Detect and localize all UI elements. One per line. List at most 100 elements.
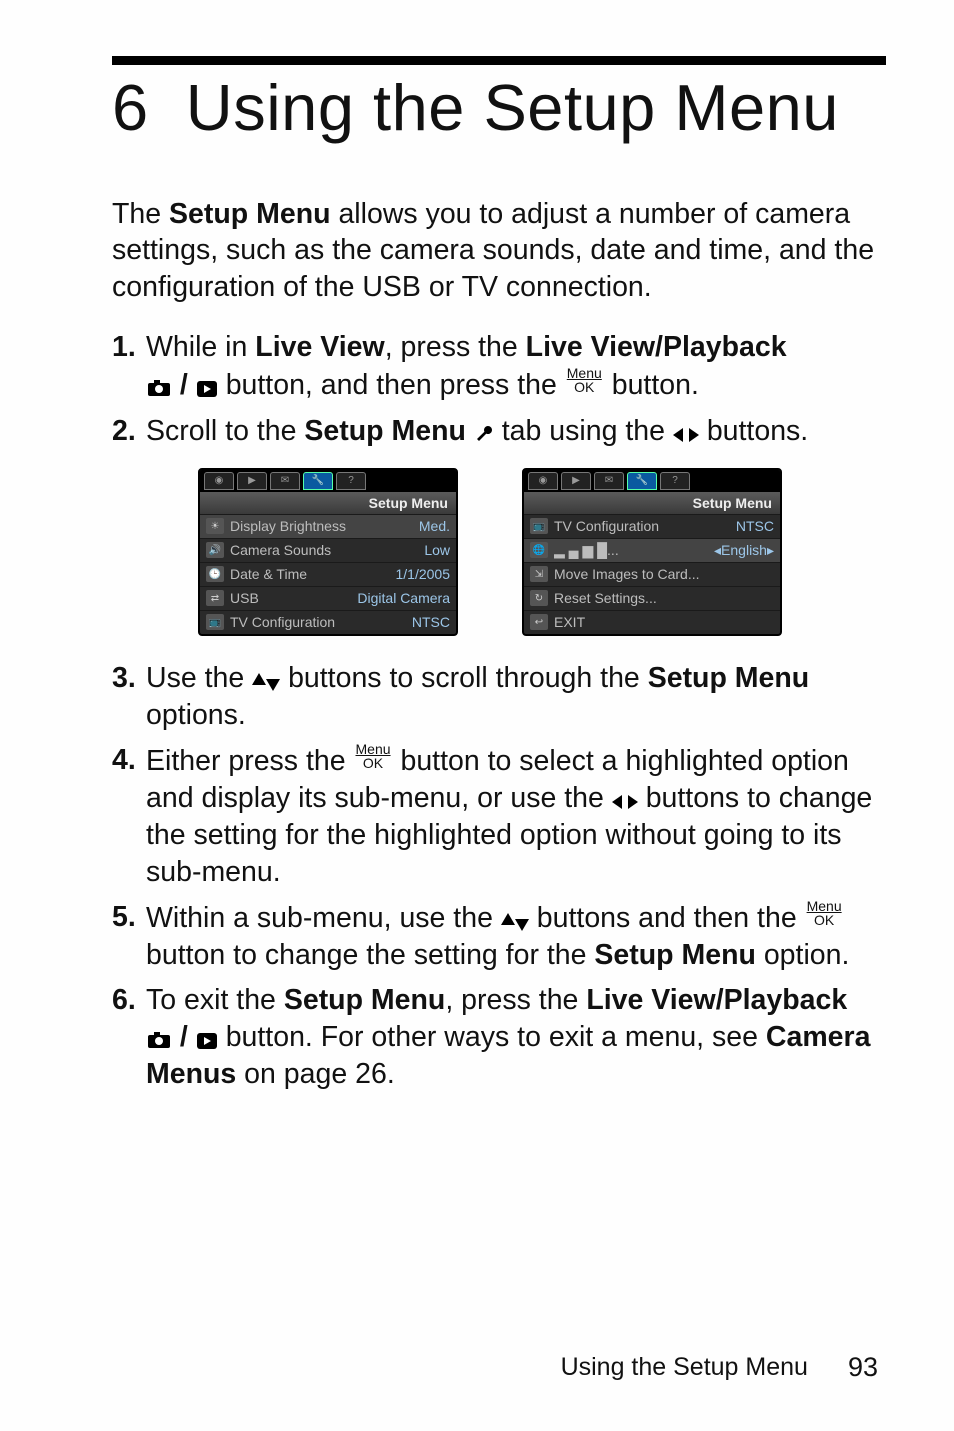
menu-row: 🔊 Camera SoundsLow bbox=[200, 538, 456, 562]
step-2: Scroll to the Setup Menu tab using the b… bbox=[112, 413, 886, 636]
step-1: While in Live View, press the Live View/… bbox=[112, 329, 886, 404]
tab-icon: ▶ bbox=[561, 472, 591, 490]
menu-label: Menu bbox=[356, 742, 391, 756]
step-3: Use the buttons to scroll through the Se… bbox=[112, 660, 886, 734]
text: on page 26. bbox=[236, 1058, 394, 1090]
intro-paragraph: The Setup Menu allows you to adjust a nu… bbox=[112, 196, 886, 305]
row-label: Date & Time bbox=[230, 565, 396, 583]
menu-row: 🌐 ▂ ▄ ▆ █...◂English▸ bbox=[524, 538, 780, 562]
bold: Live View bbox=[255, 331, 384, 363]
text: Either press the bbox=[146, 745, 354, 777]
camera-icon bbox=[146, 1030, 172, 1050]
tab-icon: ◉ bbox=[528, 472, 558, 490]
play-icon bbox=[196, 380, 218, 398]
text: , press the bbox=[385, 331, 526, 363]
camera-menu-screenshot-1: ◉ ▶ ✉ 🔧 ? Setup Menu ☀Display Brightness… bbox=[198, 468, 458, 636]
bold: Live View/Playback bbox=[526, 331, 787, 363]
text: button. For other ways to exit a menu, s… bbox=[226, 1021, 766, 1053]
menu-label: Menu bbox=[807, 899, 842, 913]
text: buttons. bbox=[707, 415, 808, 447]
text: buttons to scroll through the bbox=[288, 662, 648, 694]
menu-ok-icon: MenuOK bbox=[807, 899, 842, 927]
row-value: ◂English▸ bbox=[714, 541, 774, 559]
slash: / bbox=[180, 369, 196, 401]
row-value: 1/1/2005 bbox=[396, 565, 451, 583]
ok-label: OK bbox=[363, 755, 383, 771]
menu-row: ⇲Move Images to Card... bbox=[524, 562, 780, 586]
ok-label: OK bbox=[574, 379, 594, 395]
menu-ok-icon: MenuOK bbox=[567, 366, 602, 394]
menu-row: 📺TV ConfigurationNTSC bbox=[200, 610, 456, 634]
tab-icon: ✉ bbox=[270, 472, 300, 490]
step-5: Within a sub-menu, use the buttons and t… bbox=[112, 899, 886, 974]
intro-bold: Setup Menu bbox=[169, 198, 331, 230]
menu-row: 📺TV ConfigurationNTSC bbox=[524, 514, 780, 538]
footer-text: Using the Setup Menu bbox=[561, 1353, 808, 1382]
bold: Setup Menu bbox=[304, 415, 466, 447]
chapter-number: 6 bbox=[112, 71, 149, 144]
text: While in bbox=[146, 331, 255, 363]
row-icon: ⇄ bbox=[206, 590, 224, 606]
left-right-arrows-icon bbox=[612, 793, 638, 811]
row-icon: ☀ bbox=[206, 518, 224, 534]
text: buttons and then the bbox=[537, 902, 805, 934]
text: button to change the setting for the bbox=[146, 939, 594, 971]
text: option. bbox=[756, 939, 850, 971]
bold: Setup Menu bbox=[648, 662, 810, 694]
camera-icon bbox=[146, 378, 172, 398]
menu-row: ⇄ USBDigital Camera bbox=[200, 586, 456, 610]
bold: Setup Menu bbox=[284, 984, 446, 1016]
text: Use the bbox=[146, 662, 252, 694]
steps-list: While in Live View, press the Live View/… bbox=[112, 329, 886, 1093]
row-value: Low bbox=[424, 541, 450, 559]
row-icon: 🕒 bbox=[206, 566, 224, 582]
row-icon: ↩ bbox=[530, 614, 548, 630]
tab-setup-icon: 🔧 bbox=[303, 472, 333, 490]
row-label: Move Images to Card... bbox=[554, 565, 774, 583]
menu-row: ↻Reset Settings... bbox=[524, 586, 780, 610]
ok-label: OK bbox=[814, 912, 834, 928]
tab-help-icon: ? bbox=[336, 472, 366, 490]
up-down-arrows-icon bbox=[252, 673, 280, 691]
up-down-arrows-icon bbox=[501, 913, 529, 931]
step-6: To exit the Setup Menu, press the Live V… bbox=[112, 982, 886, 1093]
menu-title: Setup Menu bbox=[524, 492, 780, 514]
text: button. bbox=[612, 369, 699, 401]
menu-title: Setup Menu bbox=[200, 492, 456, 514]
row-icon: 🌐 bbox=[530, 542, 548, 558]
menu-tabs: ◉ ▶ ✉ 🔧 ? bbox=[524, 470, 780, 492]
row-label: Camera Sounds bbox=[230, 541, 424, 559]
page-number: 93 bbox=[848, 1352, 878, 1383]
text: Scroll to the bbox=[146, 415, 304, 447]
text: , press the bbox=[445, 984, 586, 1016]
text: Within a sub-menu, use the bbox=[146, 902, 501, 934]
left-right-arrows-icon bbox=[673, 426, 699, 444]
tab-icon: ▶ bbox=[237, 472, 267, 490]
row-icon: 🔊 bbox=[206, 542, 224, 558]
row-label: USB bbox=[230, 589, 357, 607]
row-label: ▂ ▄ ▆ █... bbox=[554, 541, 714, 559]
slash: / bbox=[180, 1021, 196, 1053]
text: button, and then press the bbox=[226, 369, 565, 401]
row-label: TV Configuration bbox=[554, 517, 736, 535]
camera-menu-screenshot-2: ◉ ▶ ✉ 🔧 ? Setup Menu 📺TV ConfigurationNT… bbox=[522, 468, 782, 636]
page-footer: Using the Setup Menu 93 bbox=[561, 1352, 878, 1383]
menu-ok-icon: MenuOK bbox=[356, 742, 391, 770]
row-label: EXIT bbox=[554, 613, 774, 631]
row-icon: 📺 bbox=[206, 614, 224, 630]
tab-icon: ◉ bbox=[204, 472, 234, 490]
text: tab using the bbox=[502, 415, 673, 447]
screenshot-pair: ◉ ▶ ✉ 🔧 ? Setup Menu ☀Display Brightness… bbox=[198, 468, 886, 636]
row-value: NTSC bbox=[412, 613, 450, 631]
text: To exit the bbox=[146, 984, 284, 1016]
bold: Setup Menu bbox=[594, 939, 756, 971]
row-value: Digital Camera bbox=[357, 589, 450, 607]
row-label: Reset Settings... bbox=[554, 589, 774, 607]
chapter-rule bbox=[112, 56, 886, 65]
text: options. bbox=[146, 699, 246, 731]
tab-icon: ✉ bbox=[594, 472, 624, 490]
tab-setup-icon: 🔧 bbox=[627, 472, 657, 490]
tab-help-icon: ? bbox=[660, 472, 690, 490]
play-icon bbox=[196, 1032, 218, 1050]
bold: Live View/Playback bbox=[586, 984, 847, 1016]
